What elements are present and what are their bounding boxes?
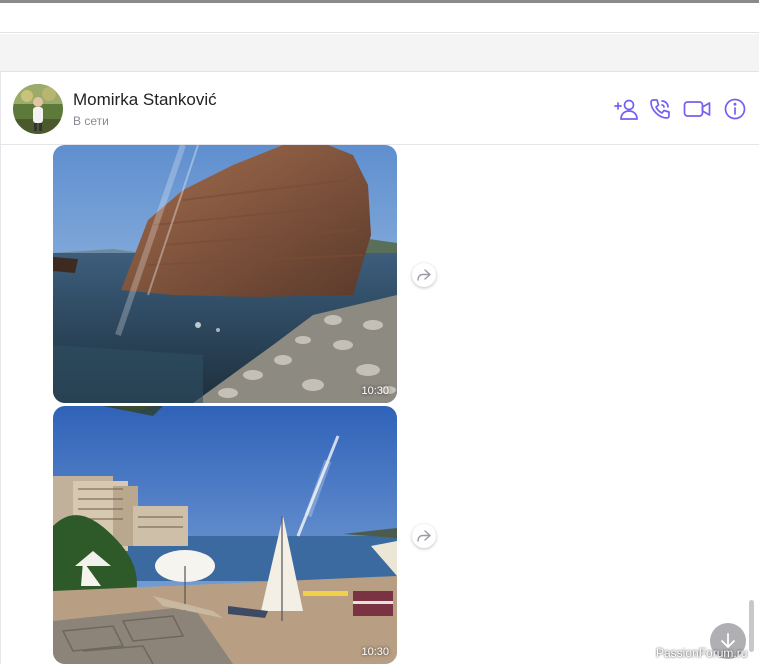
info-icon[interactable] bbox=[723, 96, 749, 122]
photo-message[interactable]: 10:30 bbox=[53, 406, 397, 664]
add-contact-icon[interactable] bbox=[614, 96, 640, 122]
contact-name[interactable]: Momirka Stanković bbox=[73, 90, 217, 110]
scrollbar[interactable] bbox=[749, 600, 754, 652]
video-call-icon[interactable] bbox=[683, 96, 713, 122]
message-time: 10:30 bbox=[361, 646, 389, 658]
forward-button[interactable] bbox=[412, 524, 436, 548]
contact-status: В сети bbox=[73, 114, 109, 128]
forward-icon bbox=[417, 269, 431, 281]
top-bar bbox=[0, 3, 759, 33]
watermark: PassionForum.ru bbox=[656, 646, 748, 660]
avatar[interactable] bbox=[13, 84, 63, 134]
forward-button[interactable] bbox=[412, 263, 436, 287]
photo-message[interactable]: 10:30 bbox=[53, 145, 397, 403]
toolbar-band bbox=[0, 34, 759, 72]
message-time: 10:30 bbox=[361, 385, 389, 397]
forward-icon bbox=[417, 530, 431, 542]
message-list[interactable]: 10:30 10:30 bbox=[0, 145, 759, 664]
chat-header: Momirka Stanković В сети bbox=[0, 72, 759, 145]
phone-icon[interactable] bbox=[647, 96, 673, 122]
